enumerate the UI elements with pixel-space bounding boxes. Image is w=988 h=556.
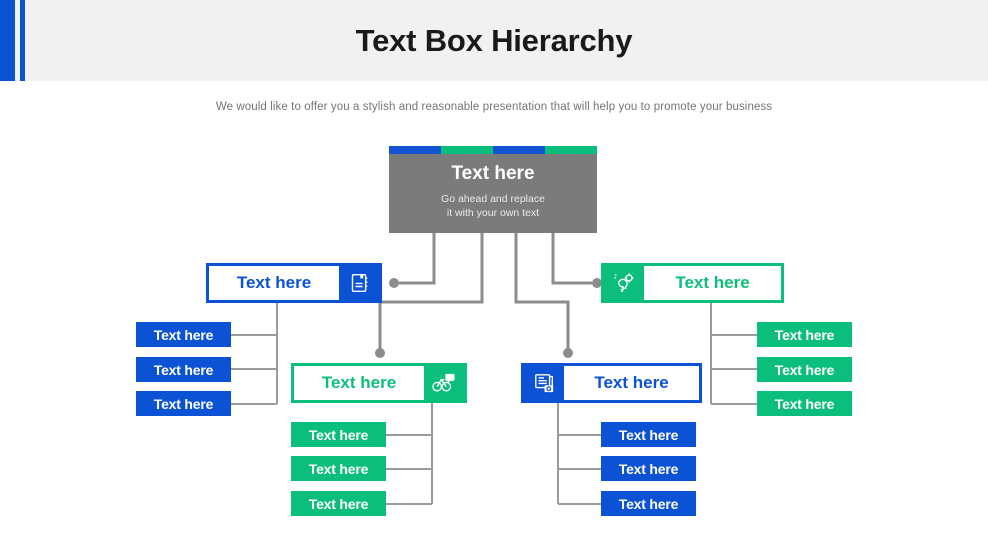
- hub-strip-segment-4: [545, 146, 597, 154]
- leaf-mid-left-1[interactable]: Text here: [291, 422, 386, 447]
- leaf-left-3[interactable]: Text here: [136, 391, 231, 416]
- leaf-right-2[interactable]: Text here: [757, 357, 852, 382]
- leaf-left-1[interactable]: Text here: [136, 322, 231, 347]
- bicycle-chat-icon: [424, 366, 464, 400]
- hub-subtitle-line-1: Go ahead and replace: [441, 193, 545, 205]
- leaf-mid-right-2[interactable]: Text here: [601, 456, 696, 481]
- hub-node[interactable]: Text here Go ahead and replace it with y…: [389, 146, 597, 233]
- node-left[interactable]: Text here: [206, 263, 382, 303]
- leaf-mid-right-3[interactable]: Text here: [601, 491, 696, 516]
- document-photo-icon: [524, 366, 564, 400]
- leaf-left-2[interactable]: Text here: [136, 357, 231, 382]
- connector-lines: [231, 233, 757, 505]
- leaf-mid-left-3[interactable]: Text here: [291, 491, 386, 516]
- node-left-label: Text here: [209, 266, 339, 300]
- lightbulb-gear-icon: [604, 266, 644, 300]
- node-mid-right[interactable]: Text here: [521, 363, 702, 403]
- node-mid-left[interactable]: Text here: [291, 363, 467, 403]
- hub-strip-segment-1: [389, 146, 441, 154]
- hub-strip-segment-2: [441, 146, 493, 154]
- leaf-right-3[interactable]: Text here: [757, 391, 852, 416]
- node-mid-right-label: Text here: [564, 366, 699, 400]
- leaf-mid-right-1[interactable]: Text here: [601, 422, 696, 447]
- hub-strip-segment-3: [493, 146, 545, 154]
- leaf-mid-left-2[interactable]: Text here: [291, 456, 386, 481]
- node-mid-left-label: Text here: [294, 366, 424, 400]
- hub-subtitle: Go ahead and replace it with your own te…: [389, 192, 597, 220]
- leaf-right-1[interactable]: Text here: [757, 322, 852, 347]
- hub-color-strip: [389, 146, 597, 154]
- hub-subtitle-line-2: it with your own text: [446, 207, 540, 219]
- node-right[interactable]: Text here: [601, 263, 784, 303]
- node-right-label: Text here: [644, 266, 781, 300]
- notebook-icon: [339, 266, 379, 300]
- slide-canvas: Text Box Hierarchy We would like to offe…: [0, 0, 988, 556]
- hub-title: Text here: [451, 163, 535, 184]
